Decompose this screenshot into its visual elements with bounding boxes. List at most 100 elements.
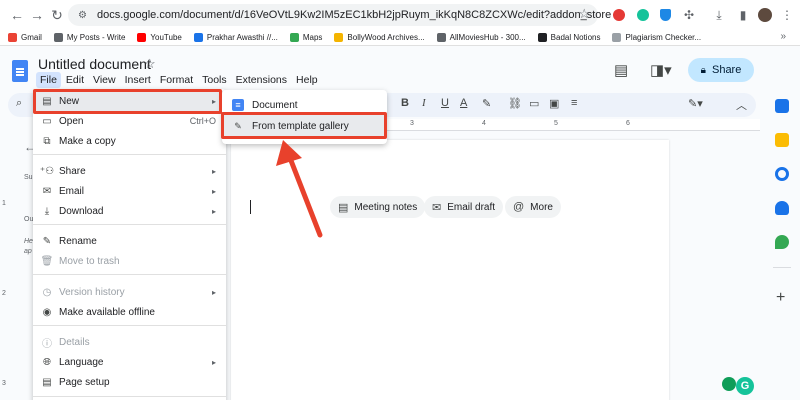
download-icon[interactable]: ⤓ xyxy=(710,6,728,24)
ruler-mark: 5 xyxy=(554,120,558,127)
menu-separator xyxy=(33,396,226,397)
chip-label: Email draft xyxy=(447,201,496,213)
editing-mode-icon[interactable]: ✎▾ xyxy=(688,97,703,110)
back-icon[interactable]: ← xyxy=(6,4,28,26)
vruler-mark: 3 xyxy=(2,380,6,387)
download-icon: ⤓ xyxy=(44,205,50,217)
reload-icon[interactable]: ↻ xyxy=(46,4,68,26)
file-menu-item-make-a-copy[interactable]: ⧉ Make a copy xyxy=(33,131,226,151)
sidebar-icon[interactable]: ▮ xyxy=(734,6,752,24)
share-button[interactable]: 🔒︎ Share xyxy=(688,58,754,82)
maps-icon[interactable] xyxy=(775,235,789,249)
email-icon: ✉ xyxy=(42,185,52,197)
image-icon[interactable]: ▣ xyxy=(549,97,559,110)
menu-insert[interactable]: Insert xyxy=(121,72,155,88)
share-label: Share xyxy=(711,64,742,76)
calendar-icon[interactable] xyxy=(775,99,789,113)
bookmark-label: Gmail xyxy=(21,33,42,42)
search-menus-icon[interactable]: ⌕ xyxy=(16,97,22,110)
opera-extension-icon[interactable] xyxy=(610,6,628,24)
browser-menu-icon[interactable]: ⋮ xyxy=(778,6,796,24)
bookmark-item[interactable]: YouTube xyxy=(137,33,182,42)
bookmark-item[interactable]: Maps xyxy=(289,33,322,42)
vruler-mark: 2 xyxy=(2,290,6,297)
comment-history-icon[interactable]: ▤ xyxy=(614,61,628,79)
menu-view[interactable]: View xyxy=(89,72,120,88)
bold-icon[interactable]: B xyxy=(401,97,409,109)
assistant-icon[interactable] xyxy=(722,377,736,391)
bookmark-item[interactable]: Badal Notions xyxy=(537,33,600,42)
submenu-arrow-icon: ▸ xyxy=(211,287,216,297)
menu-separator xyxy=(33,224,226,225)
side-panel: + xyxy=(765,47,800,400)
puzzle-extensions-icon[interactable]: ✣ xyxy=(680,6,698,24)
bookmark-star-icon[interactable]: ☆ xyxy=(578,6,590,22)
keep-icon[interactable] xyxy=(775,133,789,147)
link-icon[interactable]: ⛓ xyxy=(508,97,522,110)
bookmark-item[interactable]: AllMoviesHub - 300... xyxy=(436,33,526,42)
underline-icon[interactable]: U xyxy=(441,97,449,109)
menu-tools[interactable]: Tools xyxy=(198,72,231,88)
profile-avatar[interactable] xyxy=(756,6,774,24)
contacts-icon[interactable] xyxy=(775,201,789,215)
bookmark-item[interactable]: Plagiarism Checker... xyxy=(612,33,701,42)
text-color-icon[interactable]: A xyxy=(460,97,467,109)
bookmarks-overflow-icon[interactable]: » xyxy=(780,31,786,42)
meeting-notes-chip[interactable]: ▤ Meeting notes xyxy=(330,196,426,218)
file-menu-item-version-history[interactable]: ◷ Version history ▸ xyxy=(33,282,226,302)
file-menu-item-make-available-offline[interactable]: ◉ Make available offline xyxy=(33,302,226,322)
forward-icon[interactable]: → xyxy=(26,4,48,26)
file-menu-item-language[interactable]: 🌐︎ Language ▸ xyxy=(33,352,226,372)
site-settings-icon[interactable]: ⚙ xyxy=(78,10,87,21)
file-menu-item-rename[interactable]: ✎ Rename xyxy=(33,231,226,251)
file-menu-item-share[interactable]: ⁺⚇ Share ▸ xyxy=(33,161,226,181)
menu-file[interactable]: File xyxy=(36,72,61,88)
comment-icon[interactable]: ▭ xyxy=(529,97,539,110)
file-menu: ▤ New ▸ ▭ Open Ctrl+O ⧉ Make a copy ⁺⚇ Share ▸ ✉ Ema… xyxy=(33,89,226,400)
copy-icon: ⧉ xyxy=(43,135,51,147)
file-menu-item-page-setup[interactable]: ▤ Page setup xyxy=(33,372,226,392)
collapse-toolbar-icon[interactable]: ︿ xyxy=(736,97,747,113)
add-addon-icon[interactable]: + xyxy=(776,289,785,307)
trash-icon: 🗑︎ xyxy=(40,255,54,267)
menu-help[interactable]: Help xyxy=(292,72,322,88)
document-page[interactable] xyxy=(231,140,669,400)
menu-separator xyxy=(33,154,226,155)
docs-icon: ≡ xyxy=(232,99,244,111)
outline-hint-text: He xyxy=(24,238,33,245)
star-icon[interactable]: ☆ xyxy=(144,56,156,72)
email-icon: ✉ xyxy=(432,201,442,214)
bookmark-item[interactable]: My Posts - Write xyxy=(53,33,125,42)
file-menu-label: Make available offline xyxy=(59,306,155,318)
docs-logo-icon[interactable] xyxy=(12,60,28,82)
more-chip[interactable]: @ More xyxy=(505,196,561,218)
address-bar[interactable]: ⚙ docs.google.com/document/d/16VeOVtL9Kw… xyxy=(68,4,611,26)
bookmark-favicon-icon xyxy=(8,33,17,42)
tasks-icon[interactable] xyxy=(775,167,789,181)
email-draft-chip[interactable]: ✉ Email draft xyxy=(424,196,504,218)
grammarly-icon[interactable]: G xyxy=(736,377,754,395)
document-title[interactable]: Untitled document xyxy=(38,56,151,72)
grammarly-extension-icon[interactable] xyxy=(634,6,652,24)
file-menu-item-move-to-trash[interactable]: 🗑︎ Move to trash xyxy=(33,251,226,271)
file-menu-item-download[interactable]: ⤓ Download ▸ xyxy=(33,201,226,221)
bookmark-favicon-icon xyxy=(193,33,203,42)
italic-icon[interactable]: I xyxy=(422,97,426,109)
bookmark-item[interactable]: Prakhar Awasthi //... xyxy=(193,33,278,42)
bookmark-item[interactable]: Gmail xyxy=(8,33,42,42)
file-menu-item-email[interactable]: ✉ Email ▸ xyxy=(33,181,226,201)
menu-format[interactable]: Format xyxy=(156,72,197,88)
file-menu-item-details[interactable]: ⓘ Details xyxy=(33,332,226,352)
bookmark-item[interactable]: BollyWood Archives... xyxy=(334,33,425,42)
info-icon: ⓘ xyxy=(42,338,52,350)
bookmark-favicon-icon xyxy=(537,33,547,42)
shield-extension-icon[interactable] xyxy=(656,6,674,24)
highlight-icon[interactable]: ✎ xyxy=(482,97,491,110)
file-menu-item-open[interactable]: ▭ Open Ctrl+O xyxy=(33,111,226,131)
menu-extensions[interactable]: Extensions xyxy=(232,72,291,88)
menu-edit[interactable]: Edit xyxy=(62,72,88,88)
outline-panel: ← Su Ou He ap xyxy=(14,140,36,290)
meet-icon[interactable]: ◨▾ xyxy=(650,61,672,79)
align-icon[interactable]: ≡ xyxy=(571,97,577,109)
at-icon: @ xyxy=(513,201,525,213)
